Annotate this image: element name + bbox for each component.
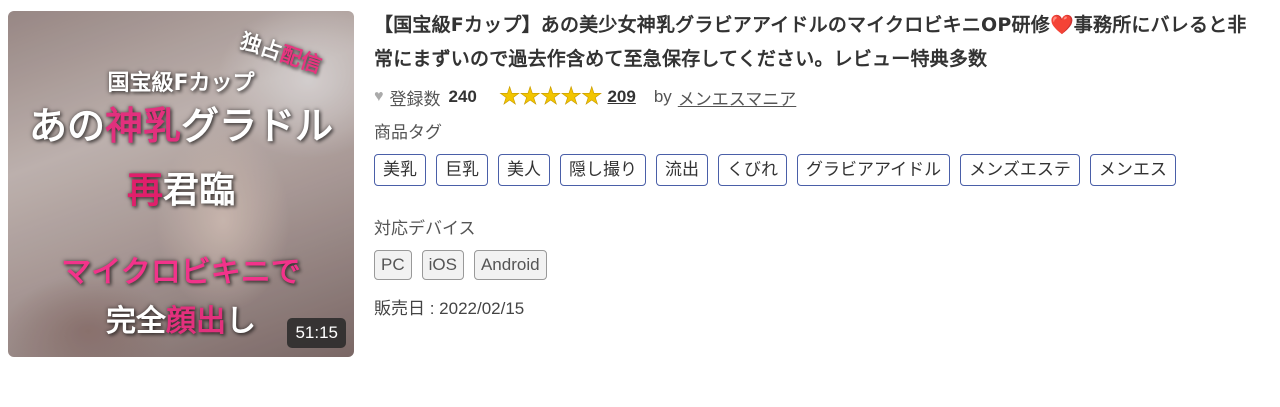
product-stats: ♥ 登録数 240 ★ ★ ★ ★ ★ 209 by メンエスマニア — [374, 80, 1264, 114]
tag-item[interactable]: 流出 — [656, 154, 708, 186]
product-title[interactable]: 【国宝級Fカップ】あの美少女神乳グラビアアイドルのマイクロビキニOP研修❤️事務… — [374, 8, 1264, 76]
thumbnail-main-text: あの神乳グラドル — [16, 95, 346, 150]
thumbnail-main-post: グラドル — [181, 104, 334, 148]
device-badge: Android — [473, 250, 547, 280]
star-icon: ★ — [498, 83, 521, 110]
thumbnail-main-pre: あの — [28, 104, 105, 148]
thumbnail-again-pink: 再 — [126, 170, 163, 211]
star-icon: ★ — [580, 83, 603, 110]
thumbnail-main-pink: 神乳 — [104, 104, 181, 148]
device-badge: iOS — [421, 250, 464, 280]
thumbnail-face-post: し — [226, 304, 256, 339]
thumbnail-rank-text: 国宝級Fカップ — [107, 71, 255, 96]
tag-item[interactable]: メンエス — [1089, 154, 1176, 186]
release-date: 販売日 : 2022/02/15 — [374, 299, 525, 318]
thumbnail-again-text: 再君臨 — [8, 161, 354, 213]
title-part-1: 【国宝級Fカップ】あの美少女神乳グラビアアイドルのマイクロビキニOP研修 — [374, 14, 1050, 36]
thumbnail-bikini-text: マイクロビキニで — [61, 255, 301, 290]
thumbnail-face-pre: 完全 — [106, 304, 166, 339]
tag-item[interactable]: 隠し撮り — [560, 154, 646, 186]
registered-label: 登録数 — [389, 89, 441, 109]
review-count-link[interactable]: 209 — [607, 87, 635, 107]
tag-item[interactable]: 美人 — [498, 154, 550, 186]
tag-item[interactable]: くびれ — [718, 154, 787, 186]
devices-label: 対応デバイス — [374, 219, 476, 239]
heart-icon[interactable]: ♥ — [374, 88, 384, 106]
rating-stars: ★ ★ ★ ★ ★ — [498, 83, 603, 110]
title-heart-emoji: ❤️ — [1049, 14, 1074, 36]
product-card: 独占配信 国宝級Fカップ あの神乳グラドル 再君臨 マイクロビキニで 完全顔出し… — [0, 0, 1280, 407]
duration-badge: 51:15 — [287, 318, 346, 348]
tag-item[interactable]: グラビアアイドル — [797, 154, 951, 186]
maker-link[interactable]: メンエスマニア — [678, 85, 797, 110]
device-list: PC iOS Android — [374, 250, 1264, 280]
star-icon: ★ — [539, 83, 562, 110]
tag-list: 美乳 巨乳 美人 隠し撮り 流出 くびれ グラビアアイドル メンズエステ メンエ… — [374, 154, 1214, 196]
thumbnail-face-pink: 顔出 — [166, 304, 226, 339]
star-icon: ★ — [519, 83, 541, 110]
product-info: 【国宝級Fカップ】あの美少女神乳グラビアアイドルのマイクロビキニOP研修❤️事務… — [374, 8, 1264, 319]
registered-count: 240 — [448, 87, 477, 106]
device-badge: PC — [374, 250, 412, 280]
by-label: by — [653, 87, 672, 106]
tag-item[interactable]: メンズエステ — [960, 154, 1080, 186]
star-icon: ★ — [560, 83, 582, 110]
tag-item[interactable]: 美乳 — [374, 154, 426, 186]
tag-item[interactable]: 巨乳 — [436, 154, 488, 186]
thumbnail-again-white: 君臨 — [163, 170, 236, 211]
tags-label: 商品タグ — [374, 123, 442, 143]
product-thumbnail[interactable]: 独占配信 国宝級Fカップ あの神乳グラドル 再君臨 マイクロビキニで 完全顔出し… — [8, 11, 354, 357]
